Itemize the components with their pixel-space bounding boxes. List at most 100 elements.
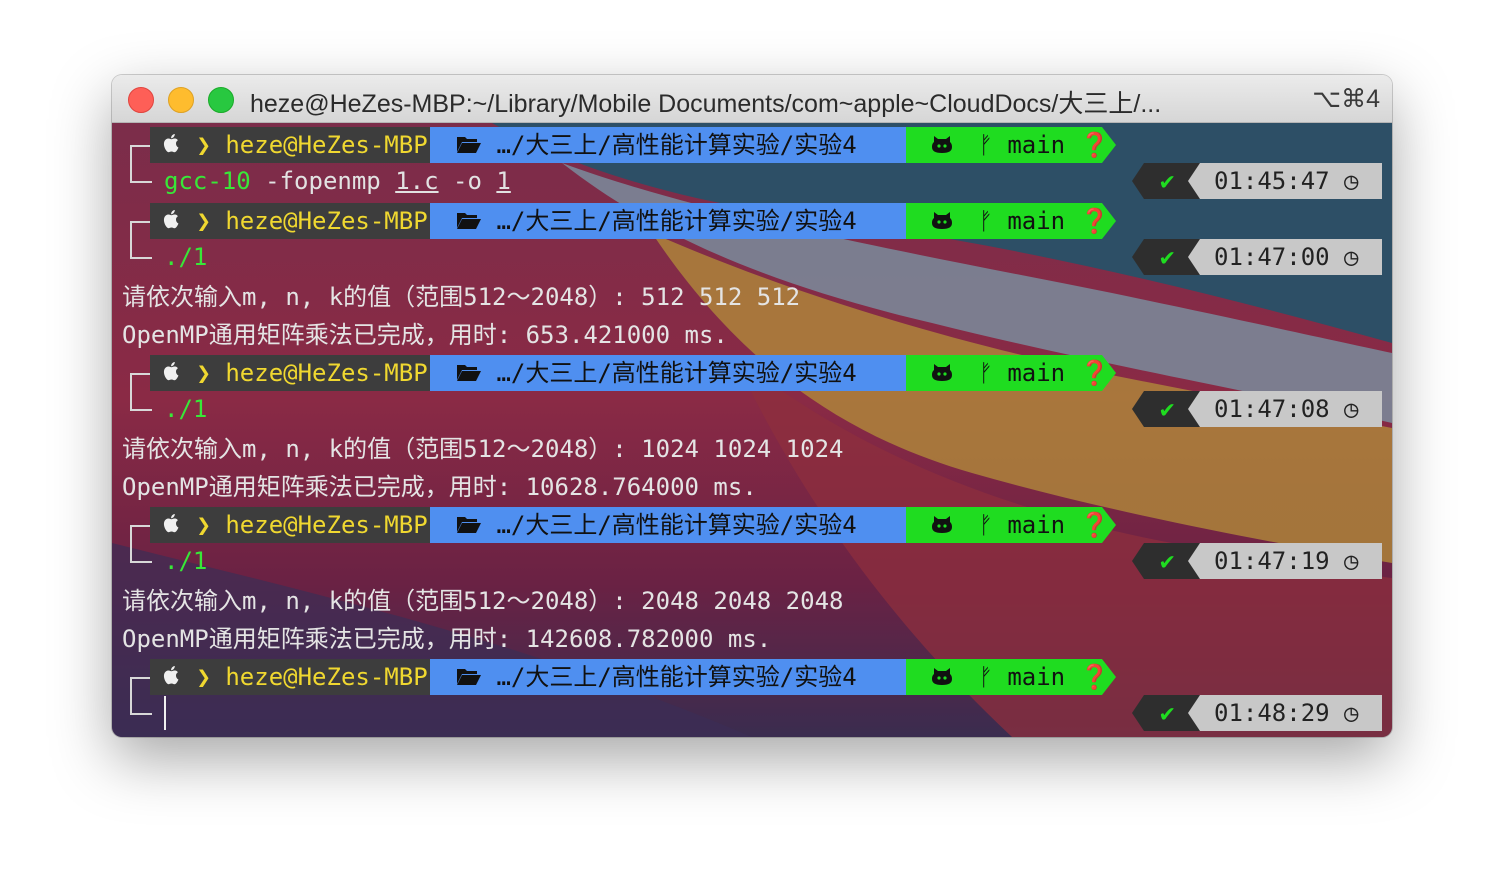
prompt-user-segment: ❯ heze@HeZes-MBP (150, 659, 430, 695)
prompt-user: heze@HeZes-MBP (225, 359, 428, 387)
git-branch: main (1007, 663, 1066, 691)
git-branch: main (1007, 207, 1066, 235)
command-arg: 1.c (395, 167, 439, 195)
checkmark-icon: ✔ (1160, 243, 1175, 271)
chevron-right-icon: ❯ (196, 359, 211, 387)
git-branch-icon: ᚠ (978, 131, 993, 159)
folder-open-icon (456, 660, 482, 696)
prompt-user: heze@HeZes-MBP (225, 663, 428, 691)
terminal-window: heze@HeZes-MBP:~/Library/Mobile Document… (112, 75, 1392, 737)
segment-separator (1102, 355, 1116, 391)
right-prompt: ✔ 01:47:19 ◷ (1132, 543, 1382, 579)
segment-separator (1132, 239, 1144, 275)
clock-icon: ◷ (1344, 395, 1359, 423)
github-icon (930, 508, 954, 544)
prompt-bracket (130, 391, 152, 411)
checkmark-icon: ✔ (1160, 699, 1175, 727)
text-cursor[interactable] (164, 696, 166, 730)
time-segment: 01:48:29 ◷ (1200, 695, 1382, 731)
git-branch-icon: ᚠ (978, 359, 993, 387)
git-branch-icon: ᚠ (978, 511, 993, 539)
github-icon (930, 204, 954, 240)
prompt-git-segment: ᚠ main ❓ (906, 659, 1109, 696)
git-branch-icon: ᚠ (978, 663, 993, 691)
checkmark-icon: ✔ (1160, 395, 1175, 423)
checkmark-icon: ✔ (1160, 167, 1175, 195)
command-arg: 1 (496, 167, 511, 195)
segment-separator (1132, 695, 1144, 731)
folder-open-icon (456, 204, 482, 240)
prompt-bracket (130, 239, 152, 259)
command-name: ./1 (164, 547, 208, 575)
prompt-row: ❯ heze@HeZes-MBP …/大三上/高性能计算实验/实验4 ᚠ mai… (112, 127, 1392, 169)
prompt-git-segment: ᚠ main ❓ (906, 355, 1109, 391)
github-icon (930, 128, 954, 164)
git-branch-icon: ᚠ (978, 207, 993, 235)
right-prompt: ✔ 01:48:29 ◷ (1132, 695, 1382, 731)
prompt-path-segment: …/大三上/高性能计算实验/实验4 (430, 355, 906, 391)
segment-separator (1188, 391, 1200, 427)
prompt-row: ❯ heze@HeZes-MBP …/大三上/高性能计算实验/实验4 ᚠ mai… (112, 203, 1392, 245)
git-branch: main (1007, 131, 1066, 159)
prompt-user-segment: ❯ heze@HeZes-MBP (150, 355, 430, 391)
folder-open-icon (456, 508, 482, 544)
chevron-right-icon: ❯ (196, 663, 211, 691)
command-arg: -o (453, 167, 482, 195)
prompt-path: …/大三上/高性能计算实验/实验4 (496, 207, 857, 235)
time-segment: 01:47:00 ◷ (1200, 239, 1382, 275)
checkmark-icon: ✔ (1160, 547, 1175, 575)
command-row[interactable]: ✔ 01:48:29 ◷ (112, 695, 1392, 731)
prompt-path: …/大三上/高性能计算实验/实验4 (496, 511, 857, 539)
command-name: ./1 (164, 243, 208, 271)
segment-separator (1102, 659, 1116, 695)
prompt-bracket (130, 163, 152, 183)
prompt-path-segment: …/大三上/高性能计算实验/实验4 (430, 127, 906, 163)
clock-icon: ◷ (1344, 547, 1359, 575)
command-row: ./1 ✔ 01:47:00 ◷ (112, 239, 1392, 275)
segment-separator (1102, 127, 1116, 163)
segment-separator (1102, 203, 1116, 239)
command-line: ./1 (164, 239, 207, 275)
output-line: 请依次输入m, n, k的值（范围512～2048）: 2048 2048 20… (122, 587, 844, 615)
time-segment: 01:47:19 ◷ (1200, 543, 1382, 579)
right-prompt: ✔ 01:47:00 ◷ (1132, 239, 1382, 275)
title-bar[interactable]: heze@HeZes-MBP:~/Library/Mobile Document… (112, 75, 1392, 123)
prompt-git-segment: ᚠ main ❓ (906, 203, 1109, 240)
right-prompt: ✔ 01:47:08 ◷ (1132, 391, 1382, 427)
terminal-content[interactable]: ❯ heze@HeZes-MBP …/大三上/高性能计算实验/实验4 ᚠ mai… (112, 123, 1392, 737)
command-name: ./1 (164, 395, 208, 423)
folder-open-icon (456, 356, 482, 392)
command-row: ./1 ✔ 01:47:19 ◷ (112, 543, 1392, 579)
command-arg: -fopenmp (265, 167, 381, 195)
github-icon (930, 660, 954, 696)
segment-separator (1188, 695, 1200, 731)
minimize-button[interactable] (168, 87, 194, 113)
prompt-bracket (130, 695, 152, 715)
window-title: heze@HeZes-MBP:~/Library/Mobile Document… (250, 90, 1162, 118)
prompt-path: …/大三上/高性能计算实验/实验4 (496, 131, 857, 159)
prompt-user-segment: ❯ heze@HeZes-MBP (150, 203, 430, 239)
output-line: OpenMP通用矩阵乘法已完成，用时: 10628.764000 ms. (122, 473, 757, 501)
prompt-path-segment: …/大三上/高性能计算实验/实验4 (430, 507, 906, 543)
output-line: 请依次输入m, n, k的值（范围512～2048）: 1024 1024 10… (122, 435, 844, 463)
prompt-path-segment: …/大三上/高性能计算实验/实验4 (430, 659, 906, 695)
command-line: ./1 (164, 543, 207, 579)
prompt-row: ❯ heze@HeZes-MBP …/大三上/高性能计算实验/实验4 ᚠ mai… (112, 659, 1392, 701)
output-line: 请依次输入m, n, k的值（范围512～2048）: 512 512 512 (122, 283, 801, 311)
clock-icon: ◷ (1344, 167, 1359, 195)
apple-icon (162, 204, 182, 240)
prompt-path: …/大三上/高性能计算实验/实验4 (496, 359, 857, 387)
output-line: OpenMP通用矩阵乘法已完成，用时: 142608.782000 ms. (122, 625, 772, 653)
clock-icon: ◷ (1344, 699, 1359, 727)
zoom-button[interactable] (208, 87, 234, 113)
apple-icon (162, 356, 182, 392)
prompt-user: heze@HeZes-MBP (225, 131, 428, 159)
prompt-user-segment: ❯ heze@HeZes-MBP (150, 507, 430, 543)
prompt-git-segment: ᚠ main ❓ (906, 507, 1109, 544)
command-row: ./1 ✔ 01:47:08 ◷ (112, 391, 1392, 427)
command-name: gcc-10 (164, 167, 251, 195)
prompt-path-segment: …/大三上/高性能计算实验/实验4 (430, 203, 906, 239)
folder-open-icon (456, 128, 482, 164)
close-button[interactable] (128, 87, 154, 113)
segment-separator (1102, 507, 1116, 543)
